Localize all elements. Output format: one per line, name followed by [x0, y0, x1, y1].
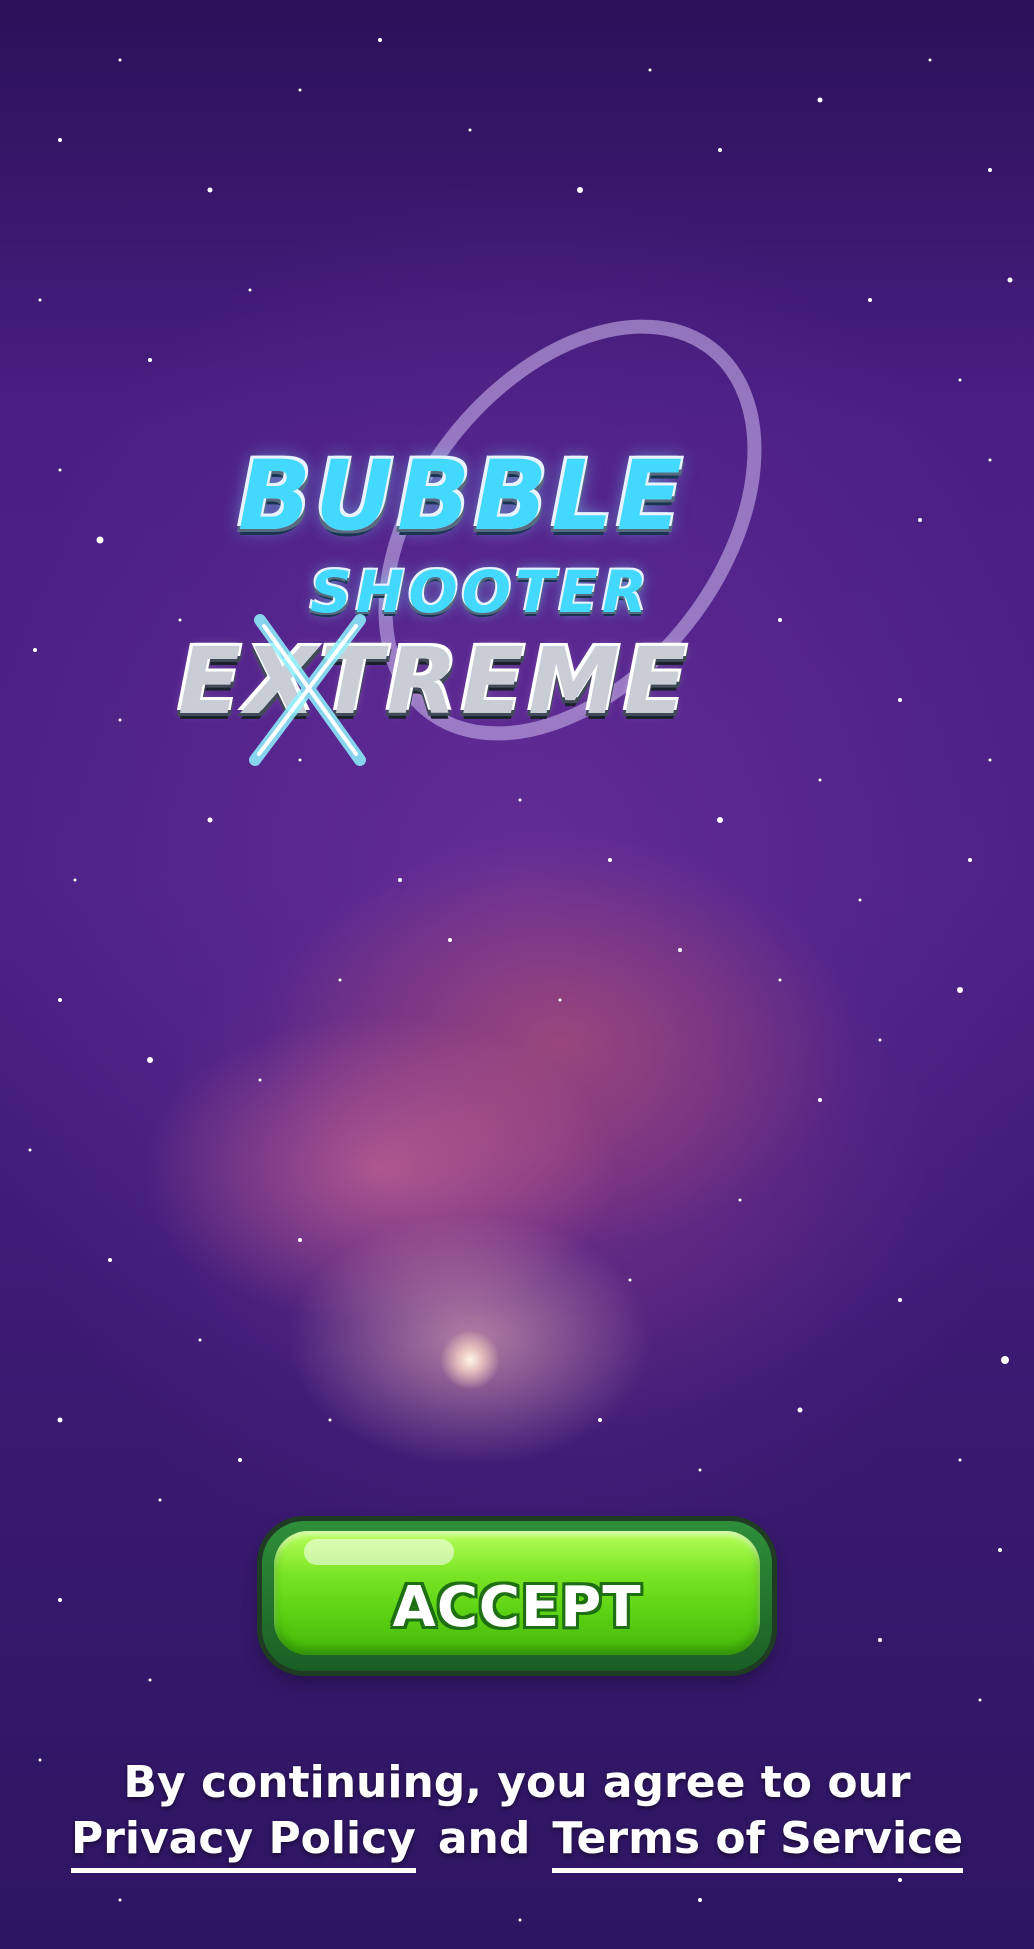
privacy-policy-link[interactable]: Privacy Policy — [70, 1813, 416, 1873]
logo-x-glow-icon — [249, 614, 366, 766]
consent-links-line: Privacy Policy and Terms of Service — [0, 1811, 1034, 1873]
consent-conjunction: and — [437, 1813, 531, 1864]
terms-of-service-link[interactable]: Terms of Service — [552, 1813, 964, 1873]
accept-button-label[interactable]: ACCEPT — [274, 1575, 760, 1640]
consent-intro: By continuing, you agree to our — [123, 1757, 911, 1808]
accept-button-face[interactable]: ACCEPT — [274, 1531, 760, 1655]
consent-text: By continuing, you agree to our Privacy … — [0, 1755, 1034, 1873]
accept-button-shine — [304, 1539, 454, 1565]
accept-button[interactable]: ACCEPT — [262, 1521, 772, 1671]
nebula-bright-star — [440, 1330, 500, 1390]
game-logo: BUBBLE SHOOTER EXTREME — [160, 290, 880, 810]
